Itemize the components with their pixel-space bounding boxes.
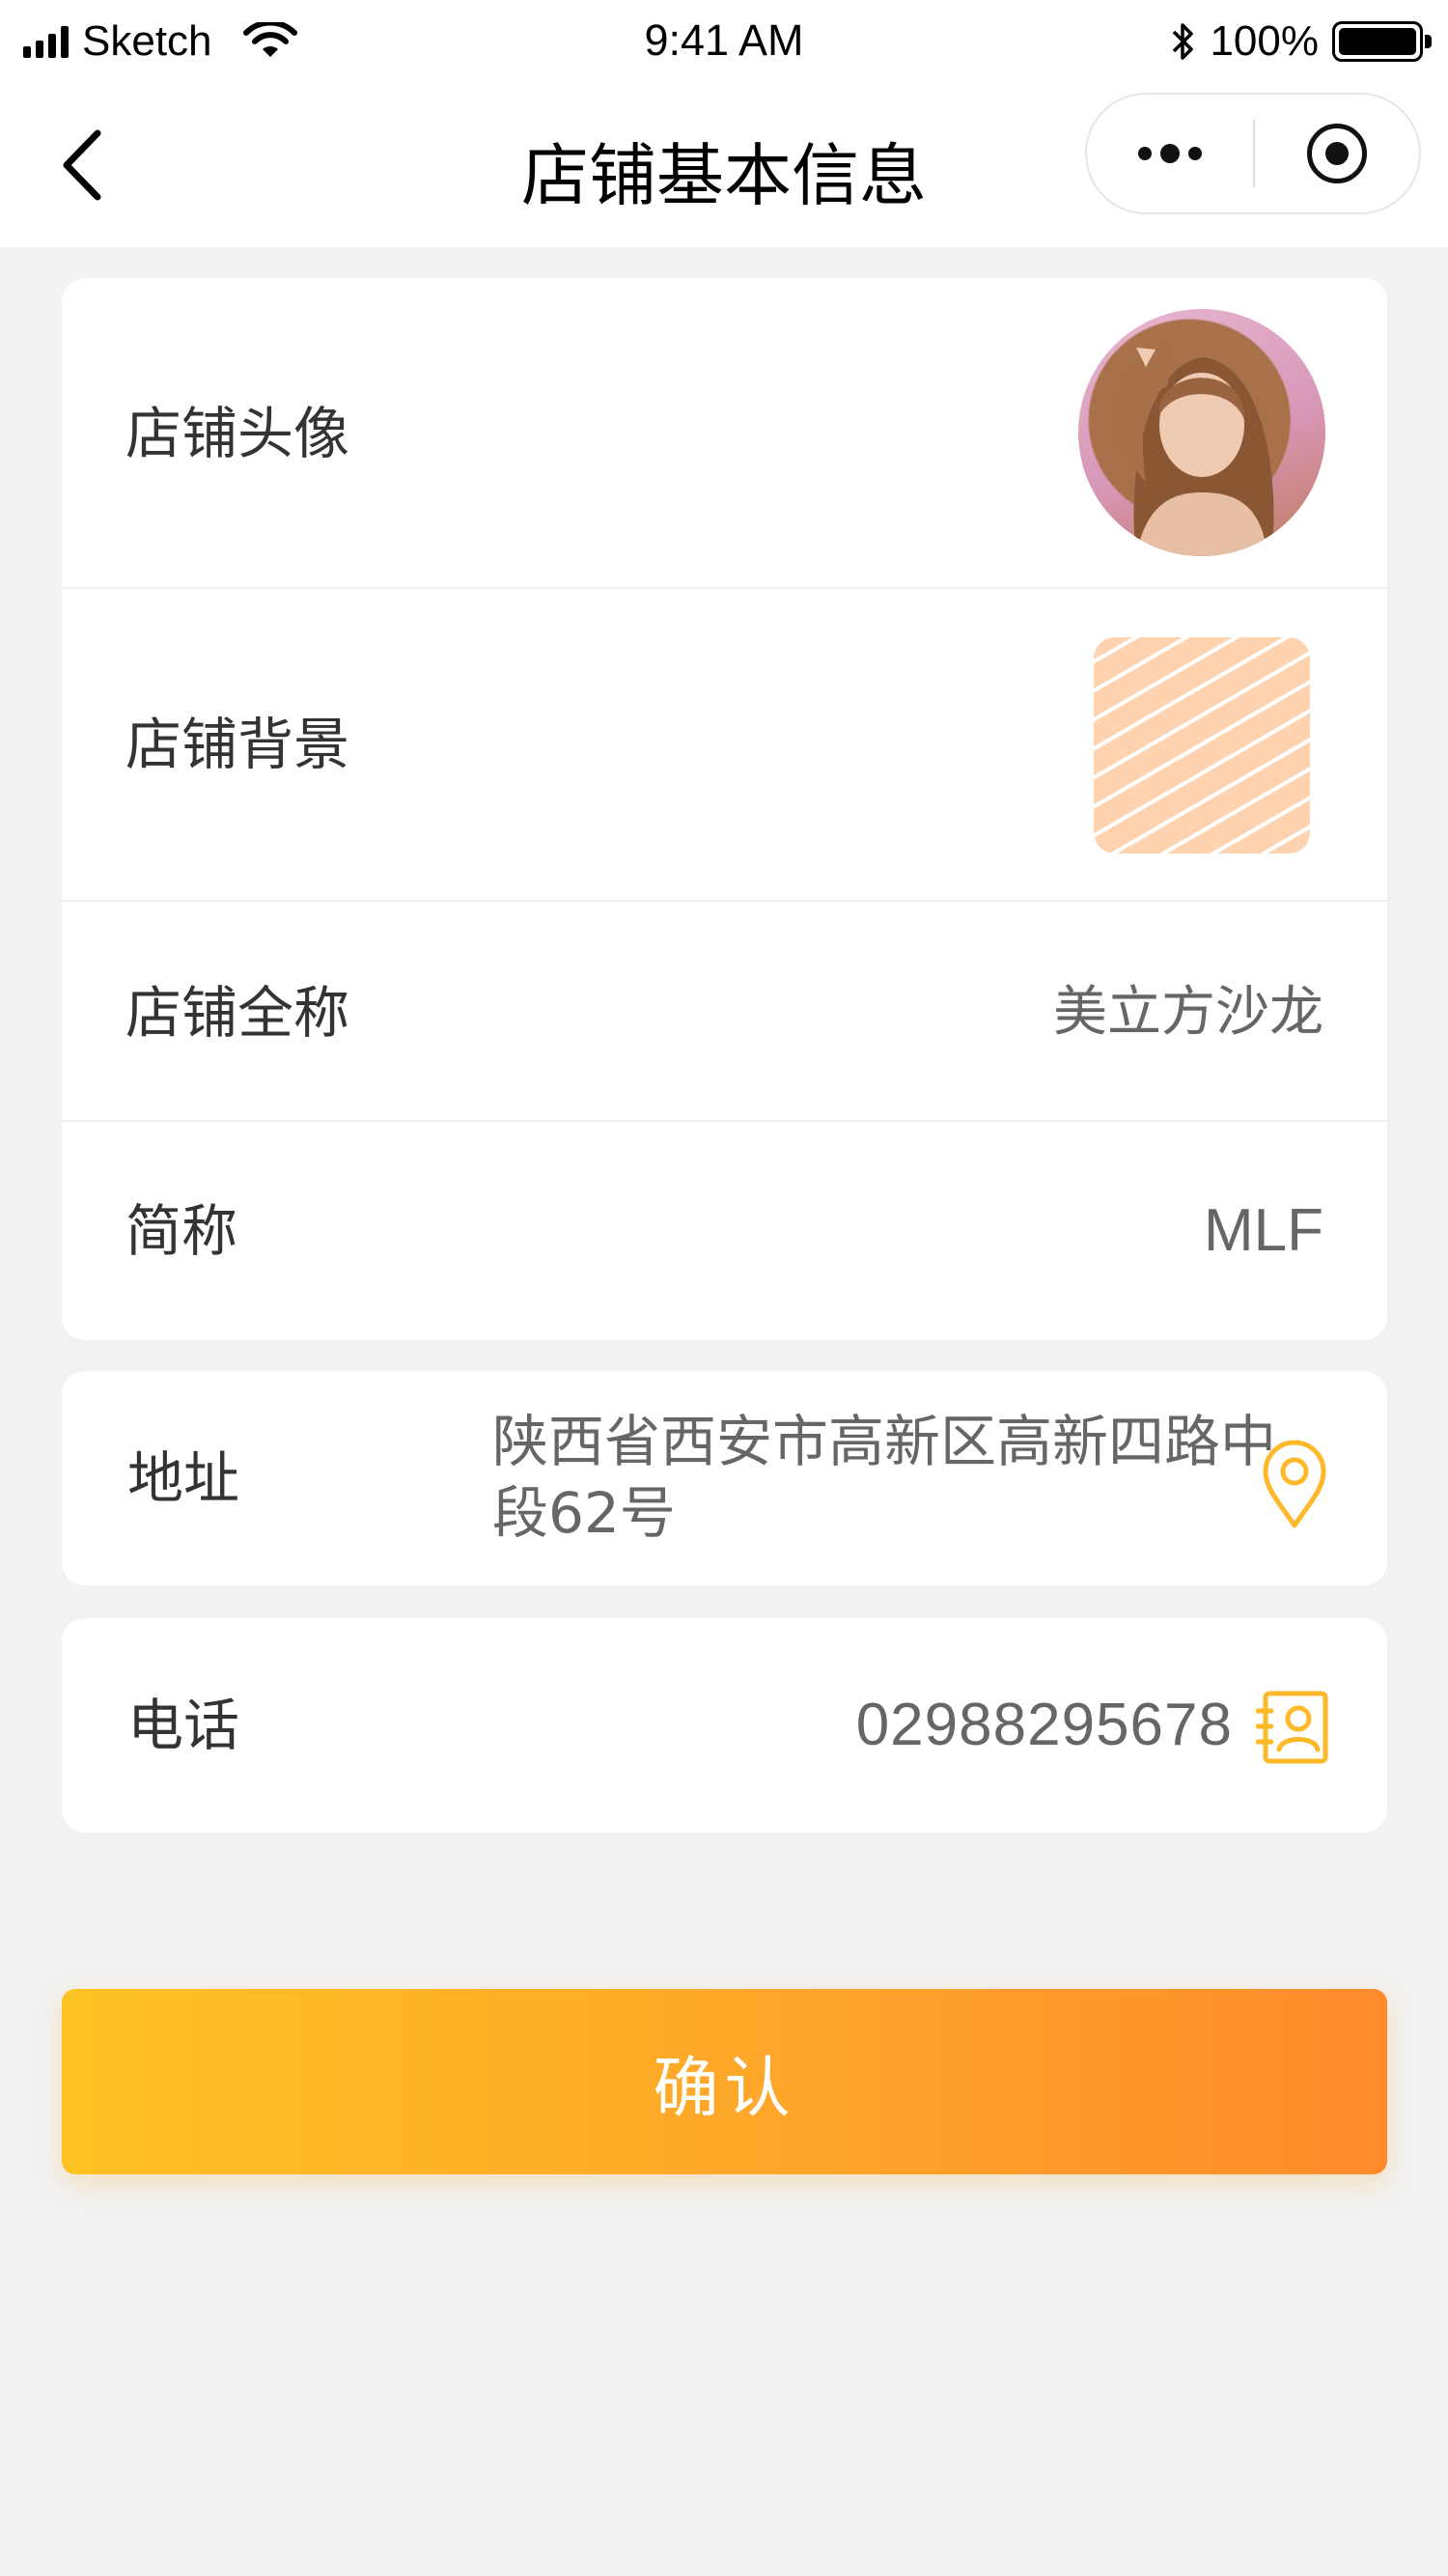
phone-value[interactable]: 02988295678 bbox=[856, 1692, 1233, 1759]
avatar-portrait bbox=[1115, 346, 1274, 556]
short-name-row[interactable]: 简称 MLF bbox=[62, 1122, 1387, 1340]
full-name-row[interactable]: 店铺全称 美立方沙龙 bbox=[62, 902, 1387, 1122]
more-button[interactable] bbox=[1087, 95, 1253, 212]
avatar-row[interactable]: 店铺头像 bbox=[62, 278, 1387, 589]
store-info-card: 店铺头像 店铺背景 店铺全称 美立方沙龙 简称 MLF bbox=[62, 278, 1387, 1340]
bluetooth-icon bbox=[1173, 23, 1194, 60]
short-name-value[interactable]: MLF bbox=[1204, 1197, 1323, 1265]
more-dots-icon bbox=[1138, 144, 1202, 163]
background-label: 店铺背景 bbox=[125, 712, 350, 777]
store-background-image[interactable] bbox=[1094, 637, 1310, 854]
full-name-value[interactable]: 美立方沙龙 bbox=[1053, 979, 1323, 1047]
store-avatar-image[interactable] bbox=[1078, 309, 1325, 556]
contact-card-icon[interactable] bbox=[1256, 1690, 1329, 1765]
location-pin-icon[interactable] bbox=[1260, 1439, 1329, 1531]
target-circle-icon bbox=[1307, 124, 1367, 183]
full-name-label: 店铺全称 bbox=[125, 980, 350, 1046]
battery-icon bbox=[1332, 21, 1432, 62]
background-row[interactable]: 店铺背景 bbox=[62, 589, 1387, 902]
status-right: 100% bbox=[1171, 15, 1432, 68]
address-label: 地址 bbox=[127, 1445, 240, 1511]
short-name-label: 简称 bbox=[125, 1198, 238, 1264]
battery-percent: 100% bbox=[1210, 17, 1319, 65]
avatar-label: 店铺头像 bbox=[125, 401, 350, 466]
battery-cap bbox=[1425, 35, 1432, 48]
close-mini-program-button[interactable] bbox=[1255, 95, 1419, 212]
address-card: 地址 陕西省西安市高新区高新四路中段62号 bbox=[62, 1371, 1387, 1585]
status-bar: Sketch 9:41 AM 100% bbox=[0, 0, 1448, 83]
confirm-button[interactable]: 确认 bbox=[62, 1989, 1387, 2174]
phone-card: 电话 02988295678 bbox=[62, 1618, 1387, 1833]
phone-label: 电话 bbox=[127, 1693, 240, 1758]
mini-program-capsule bbox=[1085, 93, 1421, 214]
battery-level-fill bbox=[1339, 28, 1416, 55]
address-value[interactable]: 陕西省西安市高新区高新四路中段62号 bbox=[492, 1406, 1284, 1549]
nav-bar: 店铺基本信息 bbox=[0, 83, 1448, 247]
